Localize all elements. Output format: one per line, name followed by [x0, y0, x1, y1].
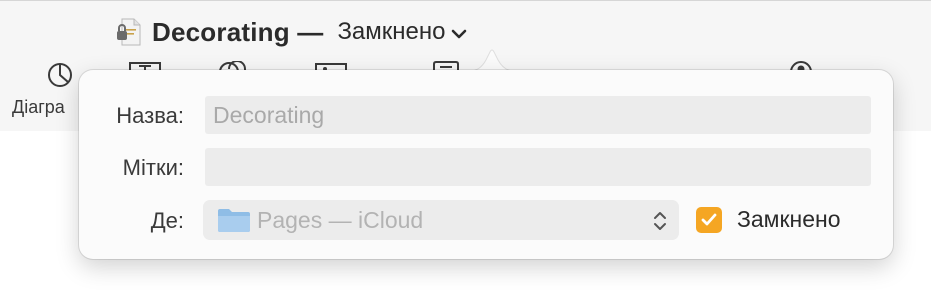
chart-icon[interactable] — [46, 61, 74, 89]
location-popup-button[interactable]: Pages — iCloud — [203, 200, 679, 240]
name-label: Назва: — [116, 103, 184, 128]
chart-button-label: Діагра — [12, 97, 65, 117]
document-info-popover: Назва: Decorating Мітки: Де: Pages — iCl… — [79, 70, 893, 259]
locked-checkbox[interactable] — [696, 207, 722, 233]
up-down-arrows-icon — [654, 212, 666, 230]
title-row[interactable]: Decorating — Замкнено — [116, 15, 467, 49]
document-title: Decorating — — [152, 16, 324, 47]
lock-status: Замкнено — [337, 18, 446, 45]
folder-icon — [218, 209, 250, 232]
where-label: Де: — [150, 208, 184, 233]
name-field-value: Decorating — [213, 101, 325, 128]
popover-pointer — [470, 49, 514, 72]
locked-checkbox-label[interactable]: Замкнено — [737, 206, 841, 233]
pages-document-icon — [117, 18, 141, 46]
location-value: Pages — iCloud — [257, 206, 424, 233]
pages-window: Decorating — Замкнено Діагра Назва: Deco… — [0, 0, 931, 298]
tags-label: Мітки: — [122, 155, 184, 180]
chevron-down-icon[interactable] — [451, 28, 467, 40]
checkmark-icon — [701, 213, 717, 226]
name-field[interactable]: Decorating — [205, 96, 871, 134]
tags-field[interactable] — [205, 148, 871, 186]
